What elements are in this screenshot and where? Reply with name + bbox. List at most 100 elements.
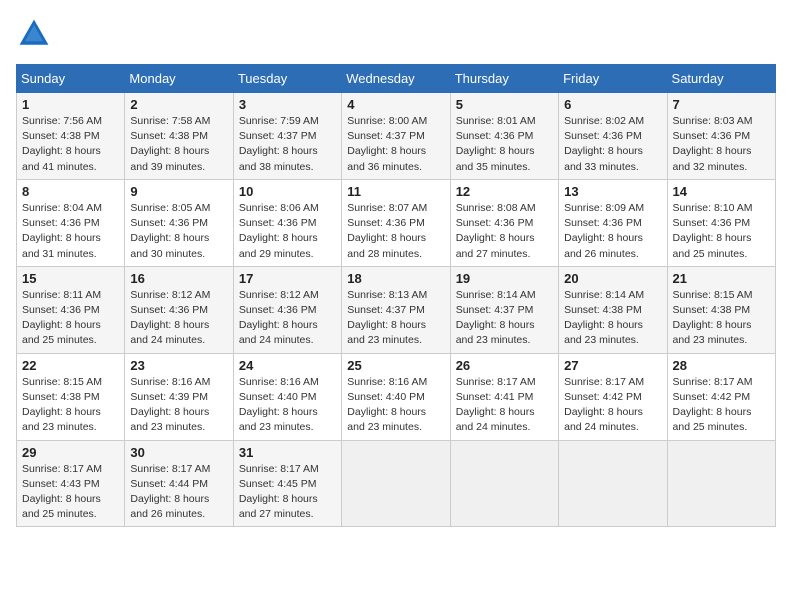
day-detail: Sunrise: 8:07 AMSunset: 4:36 PMDaylight:… [347, 202, 427, 260]
calendar-cell: 30 Sunrise: 8:17 AMSunset: 4:44 PMDayligh… [125, 440, 233, 527]
day-detail: Sunrise: 8:17 AMSunset: 4:41 PMDaylight:… [456, 376, 536, 434]
day-number: 28 [673, 358, 770, 373]
day-number: 26 [456, 358, 553, 373]
calendar-cell: 7 Sunrise: 8:03 AMSunset: 4:36 PMDaylight… [667, 93, 775, 180]
weekday-header-friday: Friday [559, 65, 667, 93]
calendar-week-2: 8 Sunrise: 8:04 AMSunset: 4:36 PMDaylight… [17, 179, 776, 266]
day-number: 22 [22, 358, 119, 373]
calendar-cell: 4Sunrise: 8:00 AMSunset: 4:37 PMDaylight… [342, 93, 450, 180]
calendar-cell: 24Sunrise: 8:16 AMSunset: 4:40 PMDayligh… [233, 353, 341, 440]
day-detail: Sunrise: 8:08 AMSunset: 4:36 PMDaylight:… [456, 202, 536, 260]
calendar-cell: 23 Sunrise: 8:16 AMSunset: 4:39 PMDayligh… [125, 353, 233, 440]
weekday-header-thursday: Thursday [450, 65, 558, 93]
day-number: 8 [22, 184, 119, 199]
calendar-cell: 8 Sunrise: 8:04 AMSunset: 4:36 PMDaylight… [17, 179, 125, 266]
day-number: 18 [347, 271, 444, 286]
calendar-cell: 21 Sunrise: 8:15 AMSunset: 4:38 PMDayligh… [667, 266, 775, 353]
calendar-cell [450, 440, 558, 527]
day-detail: Sunrise: 8:06 AMSunset: 4:36 PMDaylight:… [239, 202, 319, 260]
day-number: 2 [130, 97, 227, 112]
weekday-header-monday: Monday [125, 65, 233, 93]
calendar-cell: 6 Sunrise: 8:02 AMSunset: 4:36 PMDaylight… [559, 93, 667, 180]
page-header [16, 16, 776, 52]
calendar-cell [342, 440, 450, 527]
day-detail: Sunrise: 8:15 AMSunset: 4:38 PMDaylight:… [22, 376, 102, 434]
day-detail: Sunrise: 8:11 AMSunset: 4:36 PMDaylight:… [22, 289, 101, 347]
day-detail: Sunrise: 8:16 AMSunset: 4:39 PMDaylight:… [130, 376, 210, 434]
calendar-cell: 19 Sunrise: 8:14 AMSunset: 4:37 PMDayligh… [450, 266, 558, 353]
day-detail: Sunrise: 8:17 AMSunset: 4:42 PMDaylight:… [564, 376, 644, 434]
day-number: 3 [239, 97, 336, 112]
weekday-header-saturday: Saturday [667, 65, 775, 93]
calendar-cell: 15 Sunrise: 8:11 AMSunset: 4:36 PMDayligh… [17, 266, 125, 353]
day-number: 14 [673, 184, 770, 199]
logo [16, 16, 56, 52]
calendar-week-4: 22 Sunrise: 8:15 AMSunset: 4:38 PMDayligh… [17, 353, 776, 440]
day-detail: Sunrise: 7:56 AMSunset: 4:38 PMDaylight:… [22, 115, 102, 173]
calendar-week-3: 15 Sunrise: 8:11 AMSunset: 4:36 PMDayligh… [17, 266, 776, 353]
calendar-cell: 10 Sunrise: 8:06 AMSunset: 4:36 PMDayligh… [233, 179, 341, 266]
day-detail: Sunrise: 8:16 AMSunset: 4:40 PMDaylight:… [347, 376, 427, 434]
calendar-cell: 17Sunrise: 8:12 AMSunset: 4:36 PMDayligh… [233, 266, 341, 353]
calendar-cell [667, 440, 775, 527]
calendar-cell: 2 Sunrise: 7:58 AMSunset: 4:38 PMDaylight… [125, 93, 233, 180]
day-number: 10 [239, 184, 336, 199]
day-detail: Sunrise: 8:17 AMSunset: 4:43 PMDaylight:… [22, 463, 102, 521]
day-detail: Sunrise: 8:17 AMSunset: 4:45 PMDaylight:… [239, 463, 319, 521]
day-number: 19 [456, 271, 553, 286]
calendar-cell: 13Sunrise: 8:09 AMSunset: 4:36 PMDayligh… [559, 179, 667, 266]
calendar-header-row: SundayMondayTuesdayWednesdayThursdayFrid… [17, 65, 776, 93]
day-number: 24 [239, 358, 336, 373]
day-detail: Sunrise: 8:01 AMSunset: 4:36 PMDaylight:… [456, 115, 536, 173]
day-detail: Sunrise: 8:02 AMSunset: 4:36 PMDaylight:… [564, 115, 644, 173]
day-number: 21 [673, 271, 770, 286]
day-number: 27 [564, 358, 661, 373]
calendar-cell [559, 440, 667, 527]
day-number: 29 [22, 445, 119, 460]
day-number: 5 [456, 97, 553, 112]
day-number: 12 [456, 184, 553, 199]
day-detail: Sunrise: 8:17 AMSunset: 4:44 PMDaylight:… [130, 463, 210, 521]
day-number: 9 [130, 184, 227, 199]
calendar-cell: 26 Sunrise: 8:17 AMSunset: 4:41 PMDayligh… [450, 353, 558, 440]
calendar-cell: 9 Sunrise: 8:05 AMSunset: 4:36 PMDaylight… [125, 179, 233, 266]
logo-icon [16, 16, 52, 52]
calendar-cell: 16 Sunrise: 8:12 AMSunset: 4:36 PMDayligh… [125, 266, 233, 353]
calendar-cell: 14Sunrise: 8:10 AMSunset: 4:36 PMDayligh… [667, 179, 775, 266]
day-number: 7 [673, 97, 770, 112]
day-detail: Sunrise: 8:12 AMSunset: 4:36 PMDaylight:… [130, 289, 210, 347]
calendar-cell: 20Sunrise: 8:14 AMSunset: 4:38 PMDayligh… [559, 266, 667, 353]
day-detail: Sunrise: 8:00 AMSunset: 4:37 PMDaylight:… [347, 115, 427, 173]
calendar-cell: 3 Sunrise: 7:59 AMSunset: 4:37 PMDaylight… [233, 93, 341, 180]
calendar-cell: 28Sunrise: 8:17 AMSunset: 4:42 PMDayligh… [667, 353, 775, 440]
day-detail: Sunrise: 8:04 AMSunset: 4:36 PMDaylight:… [22, 202, 102, 260]
day-detail: Sunrise: 8:03 AMSunset: 4:36 PMDaylight:… [673, 115, 753, 173]
calendar-cell: 5 Sunrise: 8:01 AMSunset: 4:36 PMDaylight… [450, 93, 558, 180]
day-number: 25 [347, 358, 444, 373]
calendar-cell: 22 Sunrise: 8:15 AMSunset: 4:38 PMDayligh… [17, 353, 125, 440]
day-detail: Sunrise: 7:59 AMSunset: 4:37 PMDaylight:… [239, 115, 319, 173]
day-detail: Sunrise: 8:05 AMSunset: 4:36 PMDaylight:… [130, 202, 210, 260]
calendar-cell: 18 Sunrise: 8:13 AMSunset: 4:37 PMDayligh… [342, 266, 450, 353]
calendar-week-5: 29 Sunrise: 8:17 AMSunset: 4:43 PMDayligh… [17, 440, 776, 527]
day-number: 30 [130, 445, 227, 460]
calendar-cell: 1Sunrise: 7:56 AMSunset: 4:38 PMDaylight… [17, 93, 125, 180]
day-number: 11 [347, 184, 444, 199]
day-detail: Sunrise: 8:14 AMSunset: 4:37 PMDaylight:… [456, 289, 536, 347]
calendar-cell: 29 Sunrise: 8:17 AMSunset: 4:43 PMDayligh… [17, 440, 125, 527]
calendar-cell: 11 Sunrise: 8:07 AMSunset: 4:36 PMDayligh… [342, 179, 450, 266]
day-detail: Sunrise: 8:13 AMSunset: 4:37 PMDaylight:… [347, 289, 427, 347]
day-number: 16 [130, 271, 227, 286]
weekday-header-tuesday: Tuesday [233, 65, 341, 93]
calendar-table: SundayMondayTuesdayWednesdayThursdayFrid… [16, 64, 776, 527]
day-number: 17 [239, 271, 336, 286]
day-detail: Sunrise: 8:15 AMSunset: 4:38 PMDaylight:… [673, 289, 753, 347]
day-number: 20 [564, 271, 661, 286]
weekday-header-sunday: Sunday [17, 65, 125, 93]
day-number: 31 [239, 445, 336, 460]
day-number: 23 [130, 358, 227, 373]
day-detail: Sunrise: 7:58 AMSunset: 4:38 PMDaylight:… [130, 115, 210, 173]
calendar-cell: 25 Sunrise: 8:16 AMSunset: 4:40 PMDayligh… [342, 353, 450, 440]
day-number: 6 [564, 97, 661, 112]
day-number: 15 [22, 271, 119, 286]
